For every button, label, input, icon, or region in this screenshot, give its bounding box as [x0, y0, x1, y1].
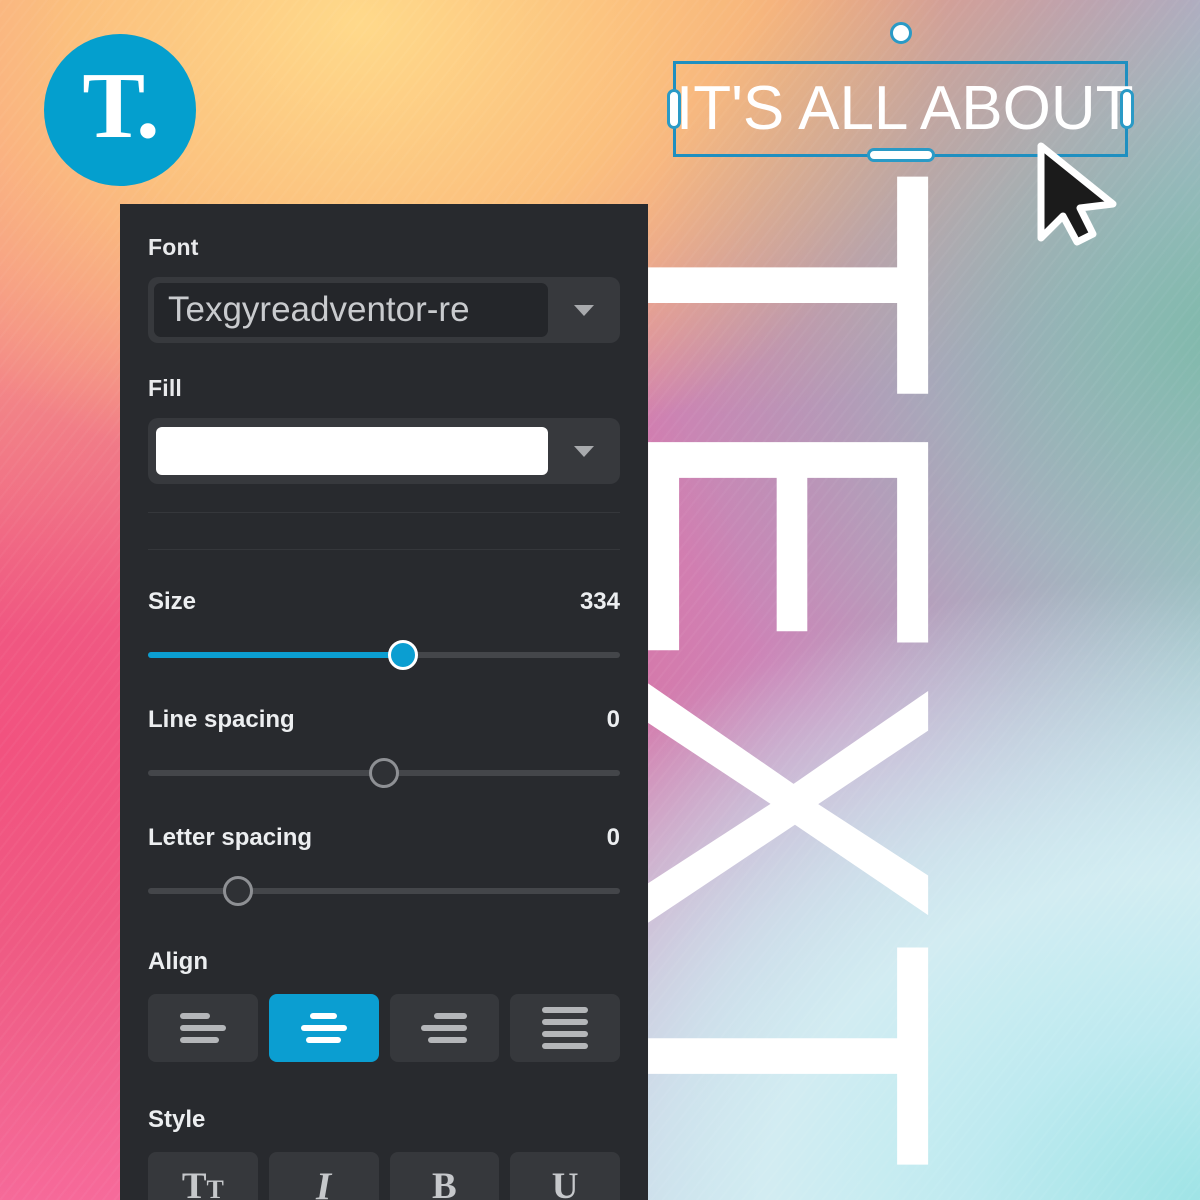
panel-divider-1 — [148, 512, 620, 513]
letter-spacing-row-header: Letter spacing 0 — [148, 824, 620, 852]
bold-button[interactable]: B — [389, 1152, 500, 1200]
size-row-header: Size 334 — [148, 588, 620, 616]
letter-spacing-label: Letter spacing — [148, 824, 313, 851]
resize-handle-bottom[interactable] — [866, 148, 935, 162]
resize-handle-left[interactable] — [667, 89, 681, 129]
align-justify-button[interactable] — [510, 994, 620, 1062]
style-button-group: TT I B U — [148, 1152, 620, 1200]
italic-button[interactable]: I — [268, 1152, 379, 1200]
text-settings-panel: Font Texgyreadventor-re Fill Size 334 Li… — [120, 204, 648, 1200]
panel-divider-2 — [148, 549, 620, 550]
selected-text-content: IT'S ALL ABOUT — [676, 74, 1134, 143]
align-left-button[interactable] — [148, 994, 258, 1062]
align-right-button[interactable] — [389, 994, 500, 1062]
fill-label: Fill — [148, 375, 183, 401]
line-spacing-slider-thumb[interactable] — [369, 758, 399, 788]
font-label: Font — [148, 234, 199, 260]
size-slider-thumb[interactable] — [387, 640, 418, 670]
letter-spacing-slider-thumb[interactable] — [222, 876, 253, 906]
letter-spacing-slider-track[interactable] — [148, 888, 620, 894]
align-justify-icon — [542, 1007, 589, 1049]
font-value-field[interactable]: Texgyreadventor-re — [154, 283, 548, 337]
fill-dropdown[interactable] — [148, 418, 620, 484]
size-slider-fill — [148, 652, 403, 658]
underline-button[interactable]: U — [510, 1152, 620, 1200]
style-label: Style — [148, 1106, 206, 1133]
align-center-icon — [300, 1013, 347, 1043]
line-spacing-value: 0 — [606, 706, 620, 733]
font-dropdown-caret[interactable] — [548, 304, 620, 316]
letter-spacing-value: 0 — [606, 824, 620, 851]
chevron-down-icon — [574, 304, 594, 316]
size-label: Size — [148, 588, 197, 615]
font-dropdown[interactable]: Texgyreadventor-re — [148, 277, 620, 343]
rotate-handle[interactable] — [889, 22, 912, 44]
align-label: Align — [148, 948, 208, 975]
resize-handle-right[interactable] — [1120, 89, 1134, 129]
align-center-button[interactable] — [268, 994, 379, 1062]
underline-icon: U — [551, 1165, 579, 1200]
align-right-icon — [421, 1013, 468, 1043]
align-left-icon — [179, 1013, 226, 1043]
text-case-icon: TT — [181, 1165, 224, 1200]
italic-icon: I — [316, 1164, 332, 1200]
chevron-down-icon — [574, 445, 594, 457]
size-value: 334 — [579, 588, 620, 615]
app-canvas: TEXT T. IT'S ALL ABOUT Font Texgyreadven… — [0, 0, 1200, 1200]
size-slider[interactable] — [148, 640, 620, 670]
logo-t-glyph: T. — [82, 54, 159, 158]
app-logo-badge[interactable]: T. — [44, 34, 196, 186]
align-button-group — [148, 994, 620, 1062]
line-spacing-row-header: Line spacing 0 — [148, 706, 620, 734]
line-spacing-label: Line spacing — [148, 706, 295, 733]
mouse-cursor-icon — [1035, 142, 1121, 251]
line-spacing-slider[interactable] — [148, 758, 620, 788]
font-value-text: Texgyreadventor-re — [168, 290, 470, 329]
letter-spacing-slider[interactable] — [148, 876, 620, 906]
fill-dropdown-caret[interactable] — [548, 445, 620, 457]
bold-icon: B — [432, 1165, 457, 1200]
fill-color-swatch[interactable] — [156, 427, 548, 475]
text-case-button[interactable]: TT — [148, 1152, 258, 1200]
